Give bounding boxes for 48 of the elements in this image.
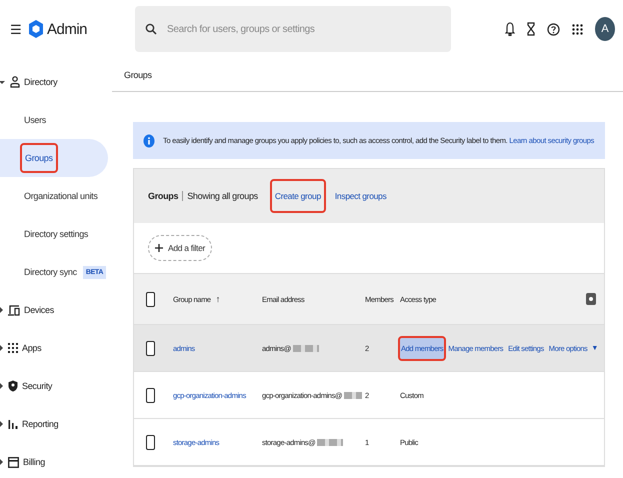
expand-caret-icon[interactable] [0,307,3,313]
info-icon [143,134,155,148]
hexagon-logo-icon [28,19,44,39]
checkbox[interactable] [146,292,155,306]
checkbox[interactable] [146,340,155,356]
sidebar-section[interactable]: Reporting [22,419,58,429]
sidebar-section[interactable]: Devices [24,305,54,315]
sidebar-item[interactable]: Organizational units [22,189,100,203]
add-filter-button[interactable]: Add a filter [148,235,212,261]
account-avatar[interactable]: A [595,17,615,41]
sort-arrow-icon[interactable]: ↑ [216,294,220,304]
bar-chart-icon [8,419,18,429]
checkbox[interactable] [146,388,155,402]
card-subtitle: Showing all groups [187,191,258,201]
help-icon[interactable] [547,22,560,36]
sidebar-item[interactable]: Directory settings [22,227,90,241]
sidebar-item[interactable]: Groups [22,145,56,171]
person-icon [10,76,20,88]
sidebar-section[interactable]: Apps [22,343,42,353]
expand-caret-icon[interactable] [0,459,3,465]
search-field[interactable]: Search for users, groups or settings [135,6,451,52]
sidebar-item[interactable]: Users [22,113,48,127]
sidebar-section[interactable]: Security [22,381,52,391]
hourglass-icon[interactable] [527,22,535,36]
expand-caret-icon[interactable] [0,421,3,427]
card-title: Groups [148,191,184,201]
checkbox[interactable] [146,434,155,450]
product-name: Admin [47,20,88,38]
expand-caret-icon[interactable] [0,383,3,389]
apps-grid-icon [8,343,18,353]
devices-icon [8,304,20,316]
bell-icon[interactable] [505,22,515,36]
column-settings-icon[interactable] [586,293,596,305]
apps-grid-icon[interactable] [572,24,583,34]
menu-button[interactable]: ☰ [6,22,26,36]
sidebar-section[interactable]: Billing [23,457,45,467]
action-link[interactable]: Inspect groups [332,181,390,211]
page-title: Groups [112,58,623,92]
redacted-block [293,344,319,352]
action-link[interactable]: Create group [272,181,324,211]
redacted-block [317,438,344,446]
plus-icon [155,244,163,252]
card-icon [8,456,19,468]
sidebar-section[interactable]: Directory [24,77,58,87]
sidebar-item[interactable]: Directory sync [22,265,79,279]
expand-caret-icon[interactable] [0,345,3,351]
expand-caret-icon[interactable] [0,80,5,84]
shield-icon [8,380,18,392]
